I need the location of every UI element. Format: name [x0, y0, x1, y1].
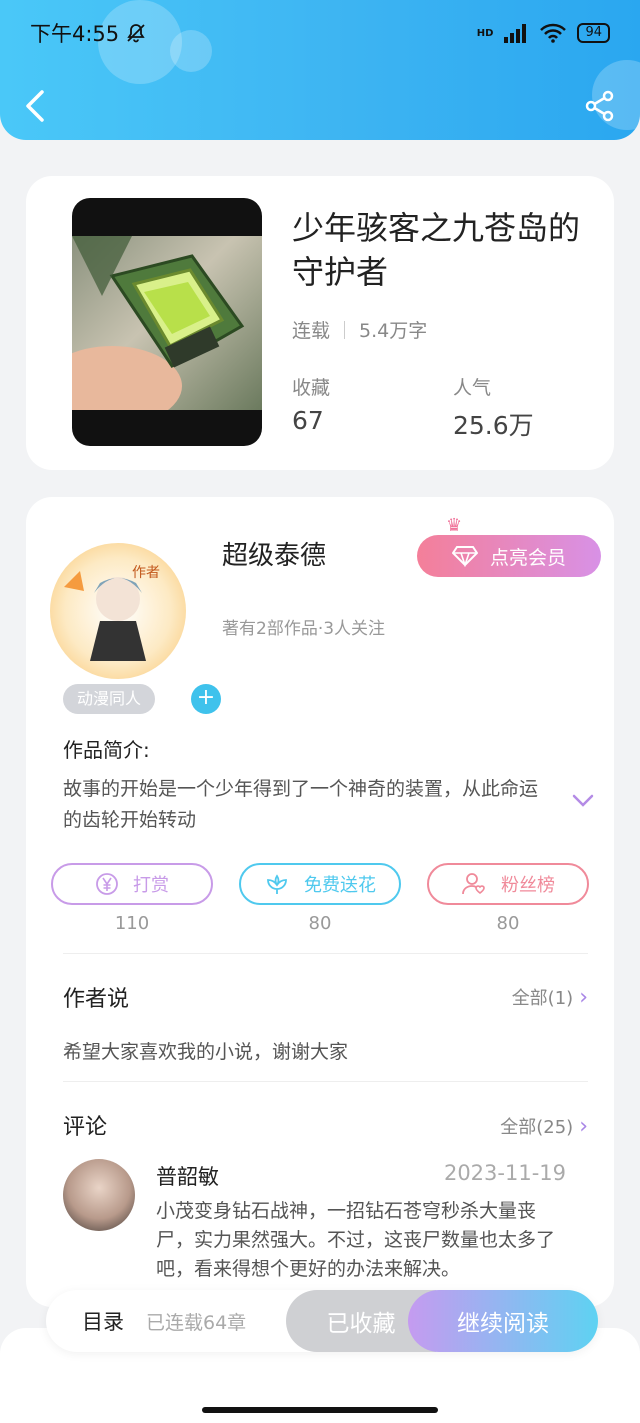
tip-label: 打赏 — [133, 875, 169, 896]
chevron-down-icon — [572, 794, 594, 807]
vip-button[interactable]: 点亮会员 — [417, 535, 601, 577]
cover-illustration — [72, 236, 245, 426]
author-says-text: 希望大家喜欢我的小说，谢谢大家 — [63, 1041, 349, 1063]
flower-count: 80 — [308, 913, 332, 934]
tip-count: 110 — [114, 913, 150, 934]
bottom-action-bar: 目录 已连载64章 已收藏 继续阅读 — [46, 1290, 598, 1352]
toc-button[interactable]: 目录 — [82, 1306, 124, 1336]
book-word-count: 5.4万字 — [359, 320, 428, 342]
book-meta: 连载 5.4万字 — [292, 316, 427, 343]
book-info-card: 少年骇客之九苍岛的守护者 连载 5.4万字 收藏 67 人气 25.6万 — [26, 176, 614, 470]
fan-rank-button[interactable]: 粉丝榜 — [427, 863, 589, 905]
comments-more-label: 全部(25) — [500, 1117, 574, 1138]
status-time: 下午4:55 — [30, 22, 120, 46]
continue-reading-button[interactable]: 继续阅读 — [408, 1290, 598, 1352]
author-says-more-link[interactable]: 全部(1) › — [512, 984, 588, 1010]
book-title: 少年骇客之九苍岛的守护者 — [292, 209, 581, 291]
status-bar: 下午4:55 HD 94 — [30, 18, 610, 48]
vip-button-label: 点亮会员 — [489, 546, 566, 569]
chevron-left-icon — [26, 90, 44, 122]
commenter-name[interactable]: 普韶敏 — [156, 1161, 219, 1191]
divider — [63, 1081, 588, 1082]
author-says-title: 作者说 — [63, 987, 130, 1012]
popularity-value: 25.6万 — [453, 411, 534, 440]
add-tag-button[interactable]: + — [191, 684, 221, 714]
chevron-right-icon: › — [579, 984, 588, 1010]
yen-coin-icon — [95, 872, 119, 896]
fan-user-icon — [461, 871, 487, 897]
chevron-right-icon: › — [579, 1113, 588, 1139]
fan-rank-label: 粉丝榜 — [501, 875, 555, 896]
book-cover[interactable] — [72, 198, 262, 446]
tag-chip[interactable]: 动漫同人 — [63, 684, 156, 714]
send-flower-button[interactable]: 免费送花 — [239, 863, 401, 905]
intro-text: 故事的开始是一个少年得到了一个神奇的装置，从此命运的齿轮开始转动 — [63, 778, 539, 831]
author-meta: 著有2部作品·3人关注 — [222, 619, 386, 639]
author-badge-text: 作者 — [132, 565, 160, 581]
comments-more-link[interactable]: 全部(25) › — [500, 1113, 588, 1139]
book-status: 连载 — [292, 320, 331, 342]
crown-icon: ♛ — [446, 515, 463, 536]
back-button[interactable] — [20, 88, 50, 124]
divider — [63, 953, 588, 954]
diamond-icon — [451, 545, 478, 567]
cover-art — [72, 236, 262, 426]
author-name[interactable]: 超级泰德 — [222, 535, 326, 572]
intro-label: 作品简介: — [63, 738, 150, 762]
collect-label: 收藏 — [292, 377, 331, 399]
collect-value: 67 — [292, 406, 324, 435]
home-indicator[interactable] — [202, 1407, 438, 1413]
author-says-more-label: 全部(1) — [511, 988, 574, 1009]
author-avatar-art: 作者 — [64, 565, 160, 661]
network-label: HD — [476, 27, 494, 39]
battery-indicator: 94 — [577, 23, 610, 43]
comments-title: 评论 — [63, 1115, 108, 1140]
mute-bell-icon — [125, 22, 147, 44]
share-button[interactable] — [584, 90, 616, 122]
detail-card: 作者 超级泰德 著有2部作品·3人关注 ♛ 点亮会员 动漫同人 + 作品简介: … — [26, 497, 614, 1307]
comment-date: 2023-11-19 — [443, 1161, 566, 1185]
signal-icon — [503, 23, 529, 43]
wifi-icon — [539, 23, 567, 43]
tip-button[interactable]: 打赏 — [51, 863, 213, 905]
top-header: 下午4:55 HD 94 — [0, 0, 640, 140]
expand-intro-button[interactable] — [572, 793, 594, 809]
comment-text[interactable]: 小茂变身钻石战神，一招钻石苍穹秒杀大量丧尸，实力果然强大。不过，这丧尸数量也太多… — [156, 1197, 566, 1284]
plus-icon: + — [196, 685, 216, 710]
author-avatar[interactable]: 作者 — [50, 543, 186, 679]
popularity-label: 人气 — [453, 377, 492, 399]
chapter-count: 已连载64章 — [146, 1312, 247, 1334]
meta-divider — [344, 320, 346, 339]
commenter-avatar[interactable] — [63, 1159, 135, 1231]
send-flower-label: 免费送花 — [304, 875, 376, 896]
flower-icon — [264, 872, 290, 896]
fan-count: 80 — [496, 913, 520, 934]
share-icon — [585, 90, 614, 122]
